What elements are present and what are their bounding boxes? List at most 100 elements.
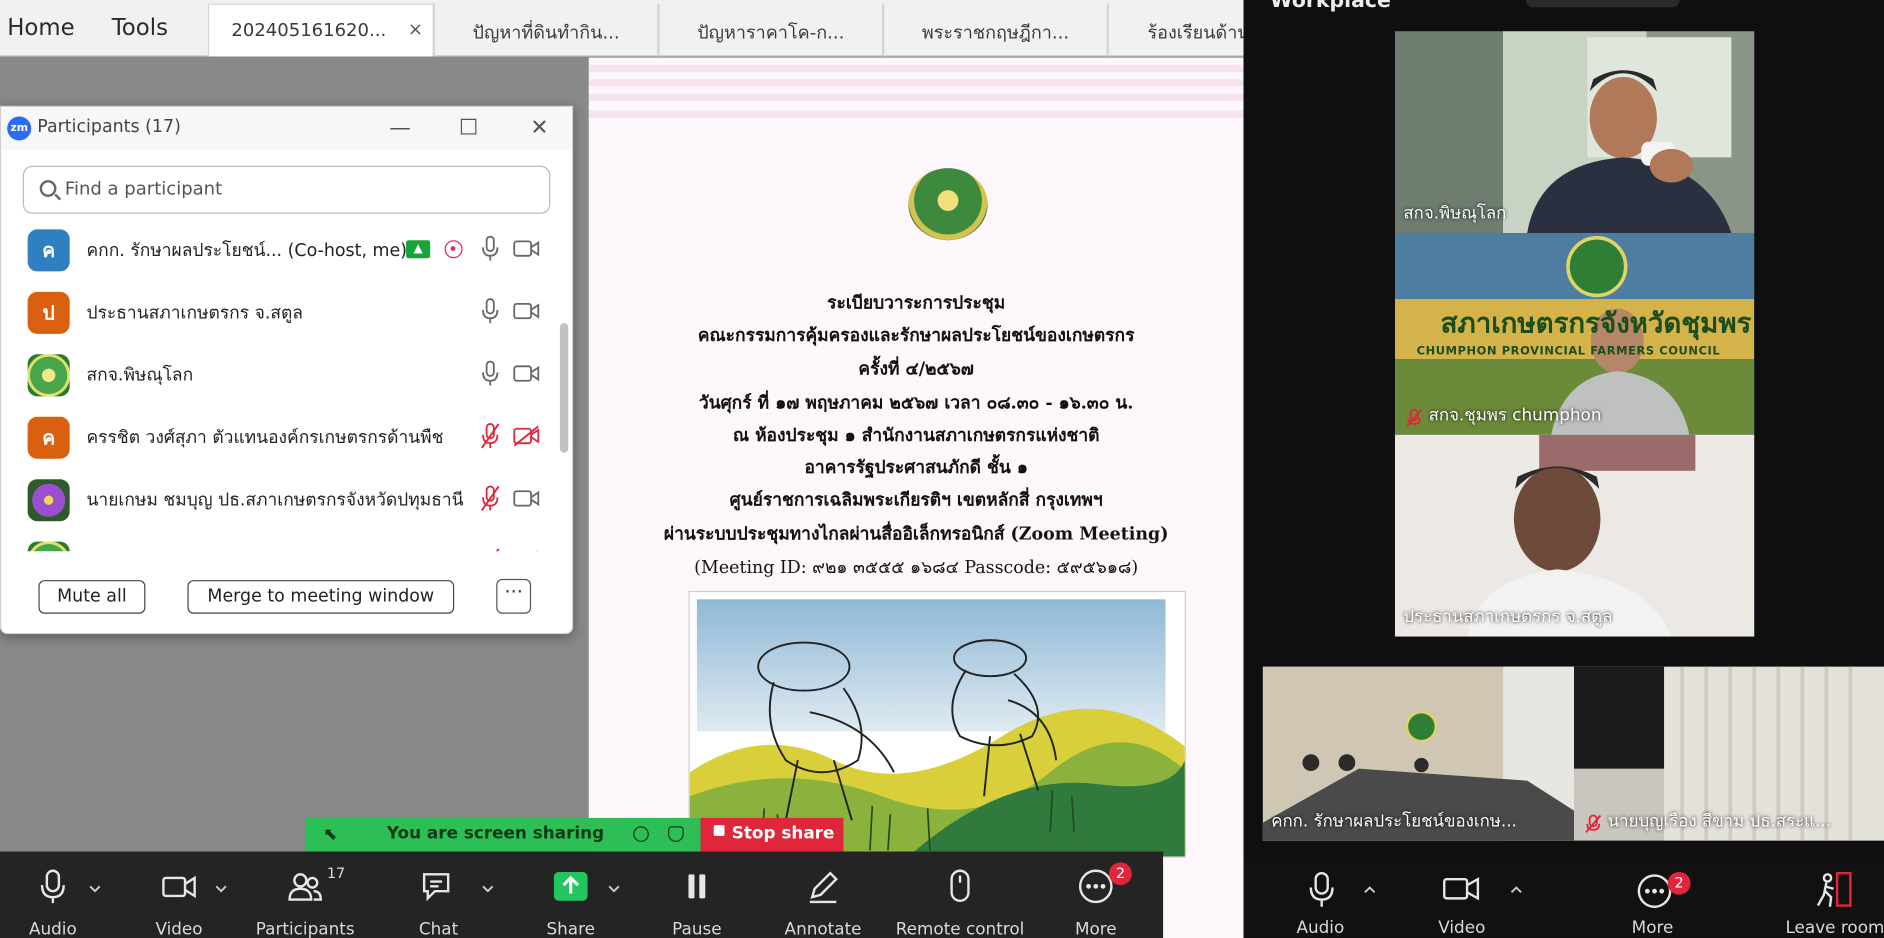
audio-label[interactable]: Audio bbox=[1296, 919, 1344, 938]
participant-list[interactable]: ค คกก. รักษาผลประโยชน์... (Co-host, me) … bbox=[1, 217, 556, 552]
tab-document-active[interactable]: 202405161620... × bbox=[207, 3, 434, 57]
pause-share-button[interactable]: Pause bbox=[661, 852, 733, 938]
video-button[interactable]: Video bbox=[143, 852, 215, 938]
mute-all-button[interactable]: Mute all bbox=[38, 580, 146, 614]
tab-label: พระราชกฤษฎีกา... bbox=[921, 21, 1070, 44]
chat-button[interactable]: Chat bbox=[403, 852, 475, 938]
chevron-right-icon[interactable]: › bbox=[1864, 734, 1876, 768]
tab-document[interactable]: ร้องเรียนด้าน bbox=[1107, 3, 1244, 57]
chevron-up-icon[interactable] bbox=[1364, 885, 1376, 895]
stop-share-button[interactable]: Stop share bbox=[700, 817, 844, 852]
participant-video-name: สกจ.ชุมพร chumphon bbox=[1428, 405, 1602, 426]
close-icon[interactable]: × bbox=[408, 18, 423, 40]
pin-icon[interactable]: ⬉ bbox=[323, 825, 337, 844]
nav-tools[interactable]: Tools bbox=[112, 14, 168, 40]
camera-icon[interactable] bbox=[513, 488, 540, 510]
tab-document[interactable]: ปัญหาราคาโค-ก... bbox=[658, 3, 884, 57]
participant-row[interactable] bbox=[1, 530, 556, 552]
avatar bbox=[27, 479, 70, 522]
tab-label: 202405161620... bbox=[231, 19, 387, 41]
camera-off-icon[interactable] bbox=[513, 550, 539, 552]
more-options-button[interactable]: ··· bbox=[496, 578, 532, 614]
participants-button[interactable]: 17 Participants bbox=[251, 852, 359, 938]
microphone-muted-icon[interactable] bbox=[479, 485, 501, 511]
document-viewer: Home Tools 202405161620... × ปัญหาที่ดิน… bbox=[0, 0, 1244, 938]
participant-list-scrollbar[interactable] bbox=[559, 323, 569, 453]
tab-document[interactable]: ปัญหาที่ดินทำกิน... bbox=[433, 3, 659, 57]
doc-line: วันศุกร์ ที่ ๑๗ พฤษภาคม ๒๕๖๗ เวลา ๐๘.๓๐ … bbox=[698, 392, 1134, 414]
more-label[interactable]: More bbox=[1632, 919, 1674, 938]
pencil-icon bbox=[809, 871, 838, 904]
participant-name: ประธานสภาเกษตรกร จ.สตูล bbox=[86, 303, 303, 324]
annotate-button[interactable]: Annotate bbox=[775, 852, 871, 938]
panel-title-bar[interactable]: zm Participants (17) — ☐ ✕ bbox=[1, 106, 572, 151]
participant-row[interactable]: ป ประธานสภาเกษตรกร จ.สตูล bbox=[1, 280, 556, 342]
doc-line: คณะกรรมการคุ้มครองและรักษาผลประโยชน์ของเ… bbox=[697, 325, 1135, 346]
zoom-gallery-window: Workplace สกจ.พิษณุโลก สภาเกษตรกรจังหวัด… bbox=[1243, 0, 1884, 938]
chevron-up-icon[interactable] bbox=[215, 883, 227, 895]
participant-row[interactable]: นายเกษม ชมบุญ ปธ.สภาเกษตรกรจังหวัดปทุมธา… bbox=[1, 467, 556, 529]
doc-line: ผ่านระบบประชุมทางไกลผ่านสื่ออิเล็กทรอนิก… bbox=[663, 523, 1169, 545]
video-tile[interactable]: สกจ.พิษณุโลก bbox=[1394, 31, 1755, 233]
record-icon bbox=[444, 240, 463, 259]
microphone-muted-icon[interactable] bbox=[479, 548, 501, 552]
maximize-icon[interactable]: ☐ bbox=[451, 113, 487, 144]
video-tile[interactable]: คกก. รักษาผลประโยชน์ของเกษ... bbox=[1262, 666, 1575, 841]
chevron-up-icon[interactable] bbox=[1510, 885, 1522, 895]
microphone-muted-icon bbox=[1406, 408, 1423, 427]
tab-document[interactable]: พระราชกฤษฎีกา... bbox=[883, 3, 1108, 57]
participant-row[interactable]: ค ครรชิต วงศ์สุภา ตัวแทนองค์กรเกษตรกรด้า… bbox=[1, 405, 556, 467]
participant-name: ครรชิต วงศ์สุภา ตัวแทนองค์กรเกษตรกรด้านพ… bbox=[86, 428, 444, 448]
camera-icon[interactable] bbox=[513, 300, 540, 322]
remote-control-button[interactable]: Remote control bbox=[889, 852, 1031, 938]
video-label[interactable]: Video bbox=[1438, 919, 1485, 938]
leave-room-label[interactable]: Leave room bbox=[1785, 919, 1884, 938]
screen-sharing-bar[interactable]: ⬉ You are screen sharing bbox=[305, 817, 701, 852]
merge-to-meeting-window-button[interactable]: Merge to meeting window bbox=[187, 580, 455, 614]
search-input[interactable] bbox=[64, 177, 522, 200]
more-label: More bbox=[1074, 919, 1117, 938]
chat-label: Chat bbox=[418, 919, 459, 938]
nav-home[interactable]: Home bbox=[7, 14, 74, 40]
minimize-icon[interactable]: — bbox=[382, 113, 418, 144]
chat-icon bbox=[422, 873, 450, 902]
video-tile[interactable]: ประธานสภาเกษตรกร จ.สตูล bbox=[1394, 434, 1755, 637]
camera-icon[interactable] bbox=[513, 363, 540, 385]
participant-search[interactable] bbox=[22, 165, 551, 214]
more-button[interactable]: 2 More bbox=[1060, 852, 1132, 938]
camera-icon[interactable] bbox=[513, 238, 540, 260]
participants-panel: zm Participants (17) — ☐ ✕ ค คกก. รักษาผ… bbox=[0, 105, 574, 635]
microphone-icon[interactable] bbox=[1306, 871, 1337, 909]
more-icon[interactable] bbox=[1636, 873, 1672, 909]
microphone-icon[interactable] bbox=[479, 235, 501, 261]
doc-line: อาคารรัฐประศาสนภักดี ชั้น ๑ bbox=[804, 457, 1028, 479]
chevron-up-icon[interactable] bbox=[482, 883, 494, 895]
leave-room-icon[interactable] bbox=[1813, 871, 1854, 909]
video-tile[interactable]: นายบุญเรือง สีขาม ปธ.สระแ... bbox=[1574, 666, 1884, 841]
chevron-up-icon[interactable] bbox=[608, 883, 620, 895]
video-camera-icon[interactable] bbox=[1442, 873, 1480, 904]
camera-off-icon[interactable] bbox=[513, 425, 540, 447]
doc-line: ครั้งที่ ๔/๒๕๖๗ bbox=[858, 359, 974, 380]
microphone-muted-icon[interactable] bbox=[479, 423, 501, 449]
zoom-toolbar: Audio Video 2 More Leave room bbox=[1243, 858, 1884, 938]
microphone-icon bbox=[40, 869, 65, 904]
stop-icon bbox=[713, 825, 725, 836]
share-button[interactable]: Share bbox=[535, 852, 607, 938]
microphone-icon[interactable] bbox=[479, 360, 501, 386]
close-icon[interactable]: ✕ bbox=[521, 113, 557, 144]
meeting-toolbar: Audio Video 17 Participants Chat Share P… bbox=[0, 851, 1164, 938]
microphone-icon[interactable] bbox=[479, 298, 501, 324]
panel-title: Participants (17) bbox=[37, 117, 181, 137]
audio-button[interactable]: Audio bbox=[17, 852, 89, 938]
participant-row[interactable]: ค คกก. รักษาผลประโยชน์... (Co-host, me) … bbox=[1, 217, 556, 279]
avatar bbox=[27, 354, 70, 397]
window-title: Workplace bbox=[1270, 0, 1391, 14]
audio-label: Audio bbox=[28, 919, 77, 938]
video-tile[interactable]: สภาเกษตรกรจังหวัดชุมพร CHUMPHON PROVINCI… bbox=[1394, 232, 1755, 435]
chevron-up-icon[interactable] bbox=[89, 883, 101, 895]
participant-row[interactable]: สกจ.พิษณุโลก bbox=[1, 342, 556, 404]
annotate-label: Annotate bbox=[784, 919, 862, 938]
tab-label: ปัญหาราคาโค-ก... bbox=[697, 21, 845, 44]
avatar bbox=[27, 541, 70, 552]
